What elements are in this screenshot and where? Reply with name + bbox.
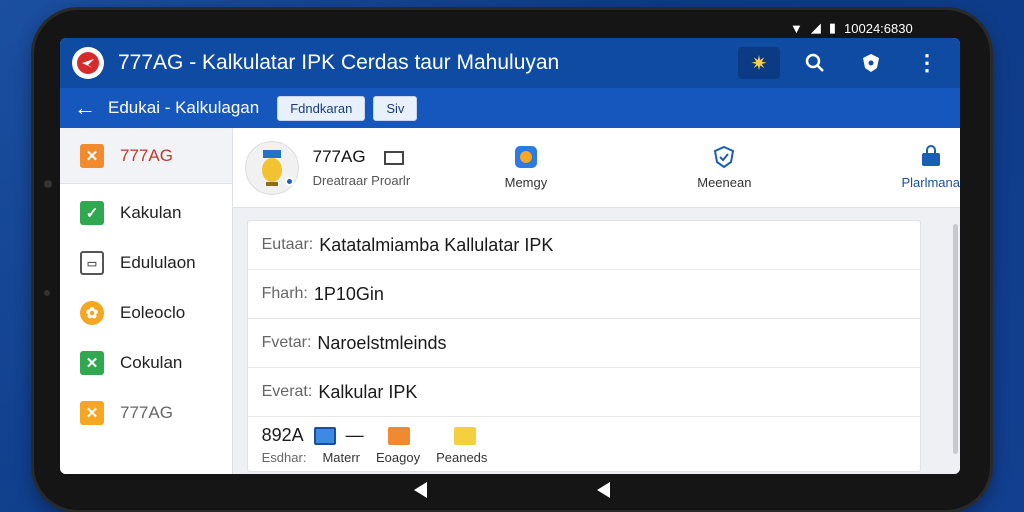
avatar[interactable] — [244, 140, 299, 195]
signal-icon: ◢ — [810, 20, 821, 35]
app-title: 777AG - Kalkulatar IPK Cerdas taur Mahul… — [118, 51, 560, 74]
sub-bar: ← Edukai - Kalkulagan Fdndkaran Siv — [60, 88, 960, 128]
last-key: Esdhar: — [261, 450, 307, 465]
detail-row[interactable]: Fharh: 1P10Gin — [247, 270, 920, 319]
bag-icon — [921, 145, 940, 166]
detail-row[interactable]: Fvetar: Naroelstmleinds — [247, 319, 920, 368]
app-bar: 777AG - Kalkulatar IPK Cerdas taur Mahul… — [60, 38, 960, 88]
battery-icon: ▮ — [828, 20, 837, 35]
sidebar-item-cokulan[interactable]: ✕ Cokulan — [60, 338, 232, 388]
profile-name: 777AG — [313, 147, 443, 167]
app-logo — [72, 47, 104, 79]
shortcut-meenean[interactable]: Meenean — [697, 145, 751, 190]
edit-icon[interactable] — [387, 426, 410, 445]
label-peaneds: Peaneds — [436, 450, 488, 465]
detail-row[interactable]: Everat: Kalkular IPK — [247, 368, 920, 417]
settings-button[interactable]: ✷ — [738, 47, 780, 79]
label-materr: Materr — [322, 450, 360, 465]
chip-fdndkaran[interactable]: Fdndkaran — [277, 95, 366, 121]
sidebar-item-eoleoclo[interactable]: ✿ Eoleoclo — [60, 288, 232, 338]
image-icon[interactable] — [313, 426, 336, 445]
wifi-icon: ▼ — [790, 20, 803, 36]
back-arrow-icon[interactable]: ← — [74, 95, 96, 121]
sub-title: Edukai - Kalkulagan — [108, 98, 260, 117]
search-button[interactable] — [794, 47, 836, 79]
code-label: 892A — [261, 425, 304, 445]
shortcut-memgy[interactable]: Memgy — [505, 145, 547, 190]
app-colorful-icon — [514, 146, 537, 168]
close-box-icon: ✕ — [80, 143, 104, 168]
detail-row[interactable]: Eutaar: Katatalmiamba Kallulatar IPK — [247, 221, 920, 270]
cross-icon: ✕ — [80, 351, 104, 375]
scrollbar[interactable] — [953, 224, 958, 454]
detail-row-actions: 892A — Esdhar: Materr Eoagoy Peaneds — [248, 417, 920, 473]
app-screen: 777AG - Kalkulatar IPK Cerdas taur Mahul… — [60, 38, 960, 474]
note-icon[interactable] — [453, 426, 476, 445]
flower-icon: ✿ — [80, 301, 104, 325]
sidebar: ✕ 777AG ✓ Kakulan ▭ Edululaon ✿ Eoleoclo… — [60, 128, 233, 474]
sidebar-item-edululaon[interactable]: ▭ Edululaon — [60, 238, 232, 288]
shortcut-plarlmana[interactable]: Plarlmana — [901, 145, 960, 190]
label-eoagoy: Eoagoy — [376, 450, 421, 465]
chip-siv[interactable]: Siv — [373, 95, 418, 121]
close-box-icon: ✕ — [80, 401, 104, 425]
details-card: Eutaar: Katatalmiamba Kallulatar IPK Fha… — [246, 220, 921, 473]
shield-button[interactable] — [850, 47, 892, 79]
sidebar-item-777ag[interactable]: ✕ 777AG — [60, 128, 232, 184]
sensor — [44, 290, 50, 296]
main-panel: 777AG Dreatraar Proarlr Memgy Meenean Pl… — [232, 128, 960, 474]
mail-icon — [384, 150, 405, 165]
back-nav-icon-2[interactable] — [597, 482, 610, 498]
profile-subtitle: Dreatraar Proarlr — [312, 173, 411, 188]
status-bar: ▼ ◢ ▮ 10024:6830 — [790, 18, 950, 38]
system-nav-bar — [0, 478, 1024, 502]
shield-icon — [863, 54, 879, 72]
folder-icon: ▭ — [80, 251, 104, 275]
status-time: 10024:6830 — [844, 20, 913, 36]
check-icon: ✓ — [80, 201, 104, 225]
more-button[interactable]: ⋮ — [906, 47, 948, 79]
online-dot — [284, 176, 294, 186]
dash: — — [345, 425, 364, 445]
back-nav-icon[interactable] — [414, 482, 427, 498]
gear-icon: ✷ — [750, 52, 768, 75]
profile-header: 777AG Dreatraar Proarlr Memgy Meenean Pl… — [232, 128, 960, 208]
verified-icon — [714, 145, 735, 169]
more-vert-icon: ⋮ — [916, 50, 938, 75]
sidebar-item-777ag-2[interactable]: ✕ 777AG — [60, 388, 232, 438]
graduate-icon — [261, 149, 282, 186]
sidebar-item-kakulan[interactable]: ✓ Kakulan — [60, 188, 232, 238]
search-icon — [805, 53, 824, 72]
front-camera — [44, 180, 52, 188]
